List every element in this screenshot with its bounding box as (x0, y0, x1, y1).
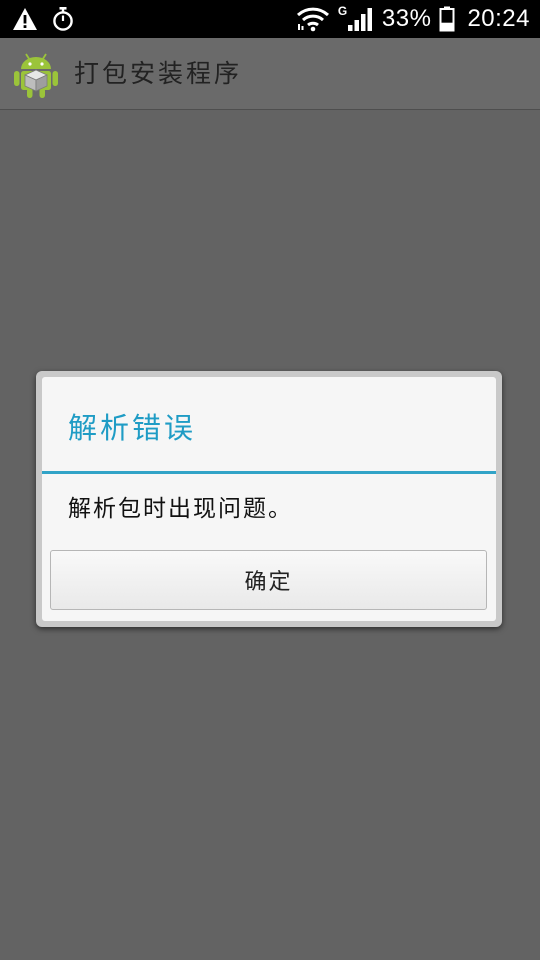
status-bar-left (12, 5, 74, 33)
clock: 20:24 (467, 5, 530, 32)
dialog-title: 解析错误 (68, 411, 197, 445)
stopwatch-icon (53, 7, 73, 31)
signal-icon (347, 8, 372, 31)
battery-icon (439, 6, 455, 32)
network-g-icon: G (337, 4, 348, 18)
dialog-divider (42, 471, 496, 474)
signal-group: G (337, 4, 374, 33)
wifi-icon (296, 7, 329, 32)
ok-button-label: 确定 (244, 570, 293, 595)
status-bar-right: G 33% 20:24 (296, 0, 530, 38)
ok-button[interactable]: 确定 (50, 550, 487, 610)
android-package-icon[interactable] (14, 52, 58, 98)
app-title: 打包安装程序 (74, 59, 243, 88)
dialog-message: 解析包时出现问题。 (68, 496, 293, 522)
status-bar: G 33% 20:24 (0, 0, 540, 38)
battery-percent: 33% (381, 5, 432, 32)
warning-icon (13, 8, 37, 30)
app-bar: 打包安装程序 (0, 38, 540, 110)
error-dialog: 解析错误 解析包时出现问题。 确定 (42, 377, 496, 621)
